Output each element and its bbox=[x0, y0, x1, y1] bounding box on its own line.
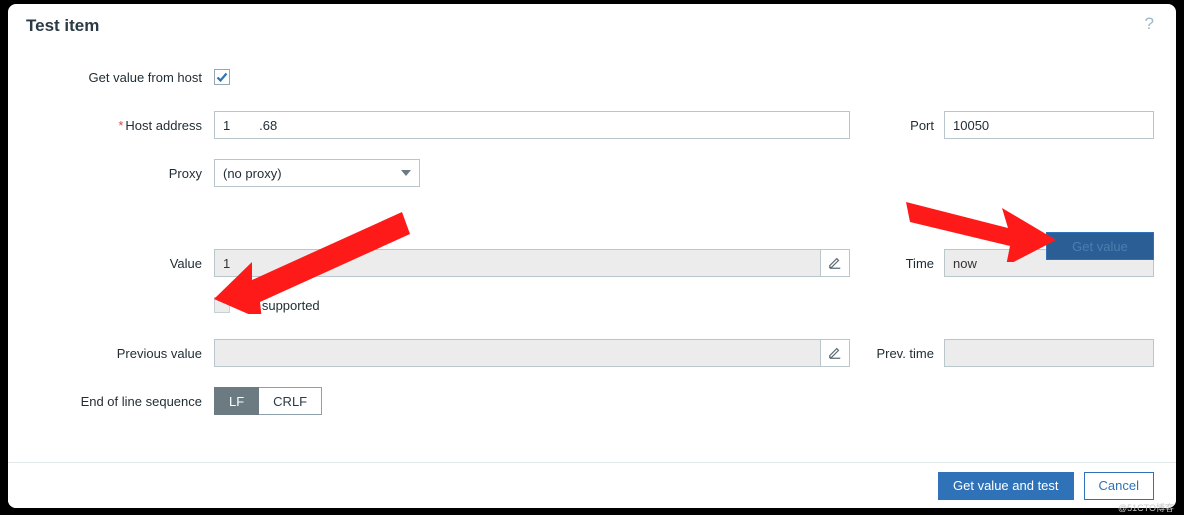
help-icon[interactable]: ? bbox=[1145, 14, 1154, 34]
eol-segment: LF CRLF bbox=[214, 387, 322, 415]
row-eol: End of line sequence LF CRLF bbox=[26, 386, 1158, 416]
row-value: Value 1 Time now bbox=[26, 248, 1158, 278]
checkbox-not-supported bbox=[214, 297, 230, 313]
previous-value-output bbox=[214, 339, 850, 367]
label-time: Time bbox=[850, 256, 944, 271]
label-prev-time: Prev. time bbox=[850, 346, 944, 361]
form: Get value from host *Host address Port P… bbox=[8, 42, 1176, 416]
required-marker: * bbox=[118, 118, 123, 133]
prev-time-output bbox=[944, 339, 1154, 367]
watermark: @51CTO博客 bbox=[1118, 501, 1174, 514]
label-eol: End of line sequence bbox=[26, 394, 214, 409]
row-not-supported: Not supported bbox=[26, 290, 1158, 320]
proxy-select[interactable]: (no proxy) bbox=[214, 159, 420, 187]
dialog-title: Test item bbox=[8, 4, 1176, 42]
cancel-button[interactable]: Cancel bbox=[1084, 472, 1154, 500]
label-value: Value bbox=[26, 256, 214, 271]
label-proxy: Proxy bbox=[26, 166, 214, 181]
previous-value-edit-button[interactable] bbox=[820, 339, 850, 367]
row-host-address: *Host address Port bbox=[26, 110, 1158, 140]
port-input[interactable] bbox=[944, 111, 1154, 139]
get-value-and-test-button[interactable]: Get value and test bbox=[938, 472, 1074, 500]
eol-option-lf[interactable]: LF bbox=[214, 387, 259, 415]
value-output: 1 bbox=[214, 249, 850, 277]
pencil-icon bbox=[828, 346, 842, 360]
get-value-button[interactable]: Get value bbox=[1046, 232, 1154, 260]
eol-option-crlf[interactable]: CRLF bbox=[259, 387, 322, 415]
label-host-address: *Host address bbox=[26, 118, 214, 133]
test-item-dialog: ? Test item Get value from host *Host ad… bbox=[8, 4, 1176, 508]
host-address-input[interactable] bbox=[214, 111, 850, 139]
pencil-icon bbox=[828, 256, 842, 270]
label-not-supported: Not supported bbox=[238, 298, 320, 313]
value-edit-button[interactable] bbox=[820, 249, 850, 277]
dialog-footer: Get value and test Cancel bbox=[8, 462, 1176, 508]
label-get-value-from-host: Get value from host bbox=[26, 70, 214, 85]
label-previous-value: Previous value bbox=[26, 346, 214, 361]
label-port: Port bbox=[850, 118, 944, 133]
checkbox-get-value-from-host[interactable] bbox=[214, 69, 230, 85]
row-get-value-from-host: Get value from host bbox=[26, 62, 1158, 92]
row-proxy: Proxy (no proxy) bbox=[26, 158, 1158, 188]
row-previous-value: Previous value Prev. time bbox=[26, 338, 1158, 368]
